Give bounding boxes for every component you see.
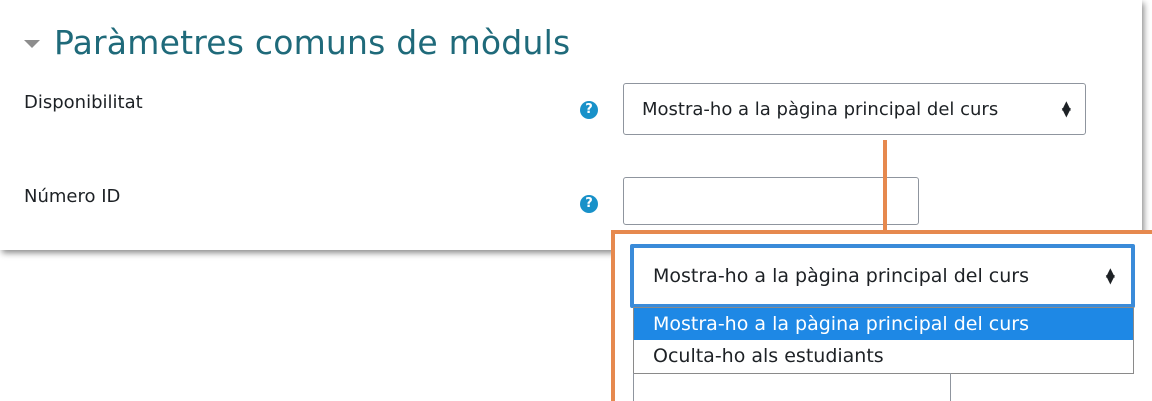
select-arrows-icon: ▲ ▼ [1061,98,1071,119]
select-arrows-icon: ▲ ▼ [1105,265,1115,286]
callout-connector [883,140,887,232]
question-circle-icon[interactable]: ? [580,101,598,119]
module-settings-card: Paràmetres comuns de mòduls Disponibilit… [0,0,1142,250]
section-title: Paràmetres comuns de mòduls [54,22,571,62]
id-number-input[interactable] [623,177,919,225]
zoomed-selected-value: Mostra-ho a la pàgina principal del curs [653,265,1030,287]
availability-select[interactable]: Mostra-ho a la pàgina principal del curs… [623,83,1086,135]
availability-selected-value: Mostra-ho a la pàgina principal del curs [642,98,999,120]
question-circle-icon[interactable]: ? [580,195,598,213]
dropdown-option-show[interactable]: Mostra-ho a la pàgina principal del curs [634,308,1133,340]
section-header[interactable]: Paràmetres comuns de mòduls [24,18,570,66]
screenshot-stage: Paràmetres comuns de mòduls Disponibilit… [0,0,1152,401]
availability-label: Disponibilitat [24,92,143,113]
zoomed-input-fragment [633,373,951,401]
availability-dropdown-list: Mostra-ho a la pàgina principal del curs… [633,307,1134,374]
zoomed-availability-select[interactable]: Mostra-ho a la pàgina principal del curs… [630,244,1135,308]
id-number-label: Número ID [24,186,121,207]
dropdown-option-hide[interactable]: Oculta-ho als estudiants [634,340,1133,372]
caret-down-icon[interactable] [24,40,40,48]
